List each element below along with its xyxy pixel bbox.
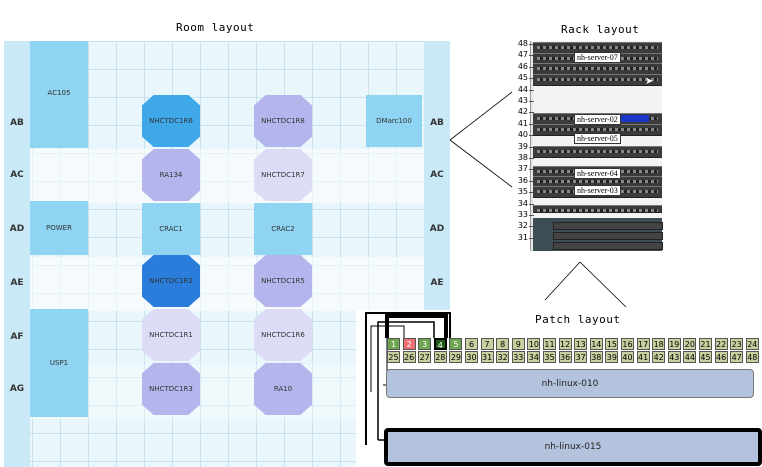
rack-unit-tick bbox=[529, 89, 534, 91]
rack-unit-label: 43 bbox=[517, 96, 528, 105]
rack-unit-label: 32 bbox=[517, 221, 528, 231]
rack-unit-label: 40 bbox=[517, 130, 528, 140]
rack-unit-tick bbox=[529, 158, 534, 159]
patch-port[interactable]: 35 bbox=[543, 351, 556, 363]
patch-port[interactable]: 4 bbox=[433, 338, 447, 350]
rack-unit-tick bbox=[529, 215, 534, 216]
rack-unit-label: 48 bbox=[517, 39, 528, 48]
rack-unit-label: 38 bbox=[517, 153, 528, 162]
server-label-nh-server-03[interactable]: nh-server-03 bbox=[574, 185, 621, 196]
patch-layout-title: Patch layout bbox=[535, 313, 621, 326]
patch-port[interactable]: 5 bbox=[449, 338, 463, 350]
device-label-nh-linux-015: nh-linux-015 bbox=[544, 442, 602, 452]
patch-port[interactable]: 3 bbox=[418, 338, 432, 350]
device-label-nh-linux-010: nh-linux-010 bbox=[541, 378, 599, 389]
server-label-nh-server-07[interactable]: nh-server-07 bbox=[574, 52, 621, 63]
patch-port[interactable]: 43 bbox=[667, 351, 681, 363]
rack-switch-1[interactable] bbox=[553, 222, 663, 230]
patch-port[interactable]: 45 bbox=[699, 351, 712, 363]
patch-port[interactable]: 2 bbox=[402, 338, 416, 350]
cursor-icon: ➤ bbox=[645, 76, 654, 87]
patch-port[interactable]: 31 bbox=[480, 351, 494, 363]
connector-line-rack-top bbox=[449, 91, 513, 141]
patch-port[interactable]: 38 bbox=[589, 351, 603, 363]
connector-line-patch-right bbox=[579, 261, 627, 308]
server-label-nh-server-04[interactable]: nh-server-04 bbox=[574, 168, 621, 179]
rack-unit-label: 34 bbox=[517, 198, 528, 208]
patch-layout: 1 2 3 4 5 6 7 8 9 10 11 12 13 14 15 16 17 18 19 20 21 22 23 24 2… bbox=[356, 310, 762, 467]
patch-port[interactable]: 9 bbox=[511, 338, 525, 350]
patch-port[interactable]: 16 bbox=[621, 338, 634, 350]
connector-line-rack-bottom bbox=[449, 139, 513, 188]
patch-port[interactable]: 29 bbox=[449, 351, 463, 363]
rack-unit-label: 44 bbox=[517, 84, 528, 94]
rack-server-unit-45[interactable] bbox=[533, 74, 662, 86]
patch-port[interactable]: 18 bbox=[652, 338, 666, 350]
patch-port[interactable]: 7 bbox=[480, 338, 494, 350]
server-label-nh-server-05[interactable]: nh-server-05 bbox=[574, 133, 621, 144]
patch-port[interactable]: 37 bbox=[574, 351, 588, 363]
patch-port[interactable]: 14 bbox=[589, 338, 603, 350]
patch-port[interactable]: 39 bbox=[605, 351, 619, 363]
patch-port[interactable]: 12 bbox=[558, 338, 572, 350]
patch-port[interactable]: 46 bbox=[714, 351, 728, 363]
patch-port[interactable]: 44 bbox=[683, 351, 697, 363]
patch-port[interactable]: 20 bbox=[683, 338, 697, 350]
rack-unit-label: 45 bbox=[517, 73, 528, 83]
patch-port[interactable]: 27 bbox=[418, 351, 432, 363]
patch-port[interactable]: 15 bbox=[605, 338, 619, 350]
patch-port[interactable]: 34 bbox=[527, 351, 541, 363]
rack-switch-2[interactable] bbox=[553, 232, 663, 240]
patch-cable-1 bbox=[385, 314, 448, 338]
patch-port[interactable]: 32 bbox=[496, 351, 510, 363]
rack-unit-label: 41 bbox=[517, 118, 528, 128]
rack-server-unit-39[interactable] bbox=[533, 146, 662, 158]
patch-port[interactable]: 48 bbox=[745, 351, 759, 363]
rack-switch-3[interactable] bbox=[553, 242, 663, 250]
rack-unit-label: 39 bbox=[517, 141, 528, 151]
patch-port[interactable]: 41 bbox=[636, 351, 650, 363]
patch-port[interactable]: 25 bbox=[387, 351, 400, 363]
patch-port[interactable]: 28 bbox=[433, 351, 447, 363]
patch-port[interactable]: 24 bbox=[745, 338, 759, 350]
server-label-nh-server-02[interactable]: nh-server-02 bbox=[574, 114, 621, 125]
patch-port[interactable]: 13 bbox=[574, 338, 588, 350]
patch-port[interactable]: 23 bbox=[730, 338, 744, 350]
patch-port[interactable]: 8 bbox=[496, 338, 510, 350]
patch-port[interactable]: 6 bbox=[465, 338, 478, 350]
patch-port[interactable]: 17 bbox=[636, 338, 650, 350]
patch-port[interactable]: 22 bbox=[714, 338, 728, 350]
patch-port[interactable]: 30 bbox=[465, 351, 478, 363]
rack-unit-tick bbox=[529, 101, 534, 102]
patch-port[interactable]: 10 bbox=[527, 338, 541, 350]
rack-unit-label: 47 bbox=[517, 50, 528, 60]
rack-unit-label: 42 bbox=[517, 107, 528, 117]
patch-port[interactable]: 40 bbox=[621, 351, 634, 363]
device-bar-nh-linux-010[interactable]: nh-linux-010 bbox=[386, 369, 754, 398]
rack-unit-label: 37 bbox=[517, 164, 528, 174]
patch-port[interactable]: 11 bbox=[543, 338, 556, 350]
patch-port[interactable]: 33 bbox=[511, 351, 525, 363]
rack-unit-label: 35 bbox=[517, 187, 528, 197]
rack-unit-label: 31 bbox=[517, 232, 528, 242]
patch-port[interactable]: 21 bbox=[699, 338, 712, 350]
rack-unit-label: 46 bbox=[517, 61, 528, 71]
patch-port[interactable]: 47 bbox=[730, 351, 744, 363]
patch-port[interactable]: 26 bbox=[402, 351, 416, 363]
patch-port[interactable]: 36 bbox=[558, 351, 572, 363]
patch-port[interactable]: 42 bbox=[652, 351, 666, 363]
patch-port[interactable]: 1 bbox=[387, 338, 400, 350]
patch-port[interactable]: 19 bbox=[667, 338, 681, 350]
connector-line-patch-left bbox=[544, 261, 581, 301]
rack-server-unit-34 bbox=[533, 205, 662, 213]
rack-unit-label: 36 bbox=[517, 175, 528, 185]
device-bar-nh-linux-015[interactable]: nh-linux-015 bbox=[384, 428, 762, 466]
rack-unit-label: 33 bbox=[517, 210, 528, 219]
